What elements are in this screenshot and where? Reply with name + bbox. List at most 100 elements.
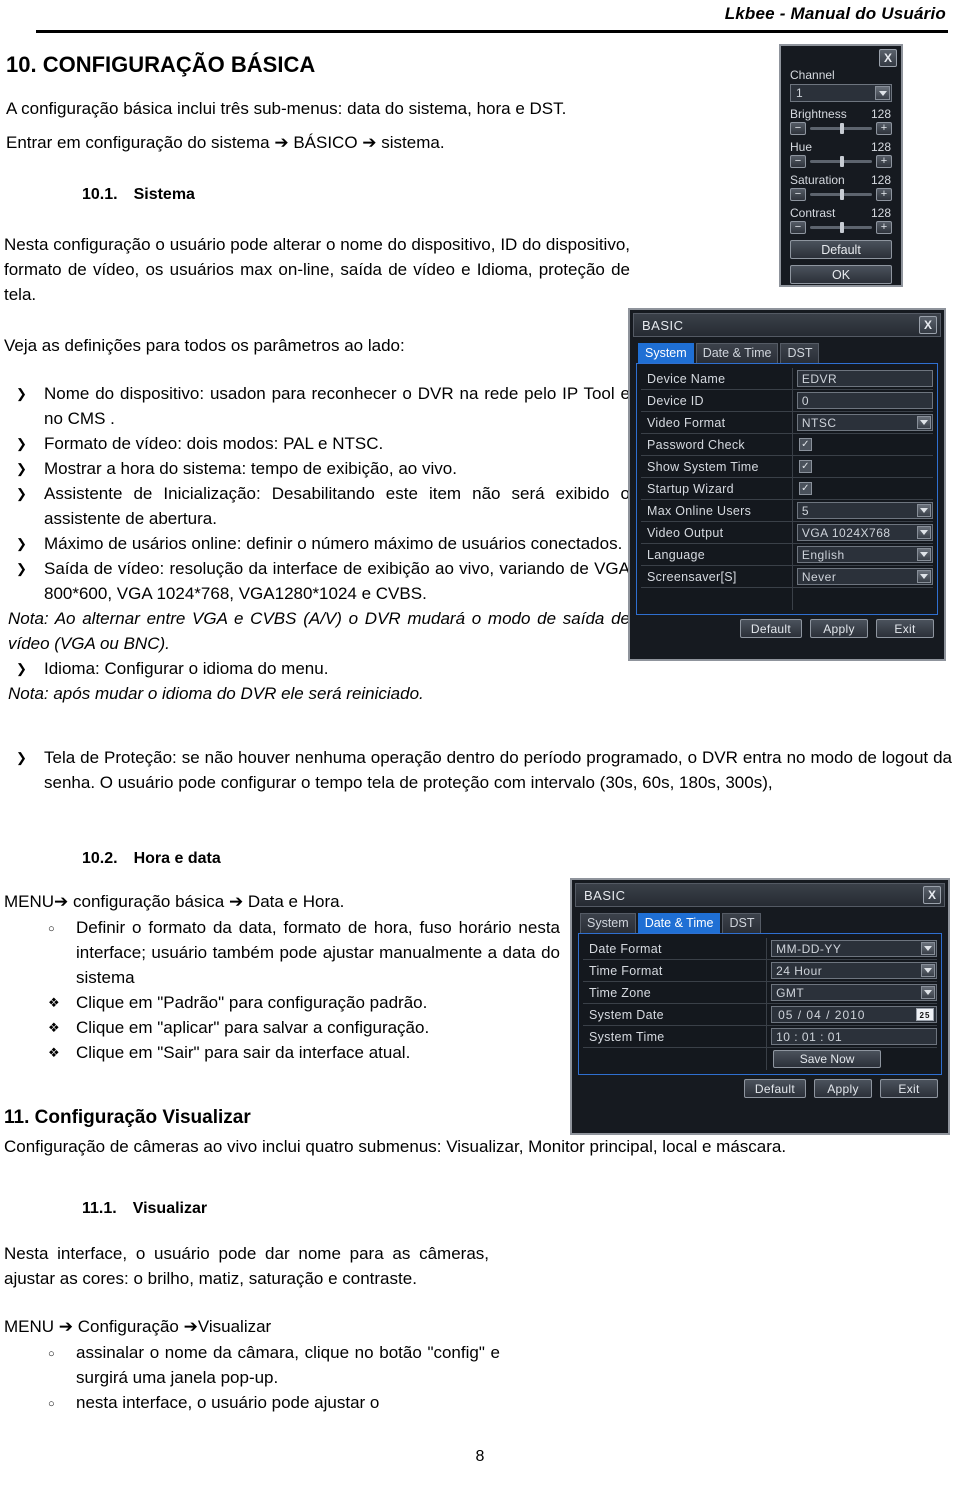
checkbox[interactable]: ✓ (798, 438, 812, 451)
minus-icon[interactable]: − (790, 188, 806, 201)
text-input[interactable]: 0 (796, 392, 933, 409)
bullet-icon (48, 1040, 60, 1065)
list-item: Definir o formato da data, formato de ho… (40, 915, 560, 990)
plus-icon[interactable]: + (876, 188, 892, 201)
slider-header: Contrast 128 (781, 201, 901, 221)
close-icon[interactable]: X (923, 886, 941, 904)
dropdown-select[interactable]: Never (796, 568, 933, 585)
settings-row: Show System Time ✓ (641, 456, 933, 478)
dialog-title: BASIC (642, 317, 684, 333)
save-now-button[interactable]: Save Now (773, 1050, 882, 1068)
dropdown-value: NTSC (801, 415, 837, 430)
default-button[interactable]: Default (743, 1079, 806, 1098)
calendar-icon[interactable]: 25 (915, 1008, 934, 1021)
tab-system[interactable]: System (580, 913, 636, 933)
settings-row: Password Check ✓ (641, 434, 933, 456)
dropdown-select[interactable]: 5 (796, 502, 933, 519)
dialog-title: BASIC (584, 887, 626, 903)
bullet-icon (48, 990, 60, 1015)
chevron-down-icon[interactable] (916, 548, 931, 561)
list-item-text: Formato de vídeo: dois modos: PAL e NTSC… (44, 434, 384, 453)
apply-button[interactable]: Apply (814, 1079, 872, 1098)
slider-track[interactable] (810, 155, 872, 168)
chevron-down-icon[interactable] (875, 86, 890, 100)
list-item: Formato de vídeo: dois modos: PAL e NTSC… (8, 431, 630, 456)
minus-icon[interactable]: − (790, 221, 806, 234)
dropdown-select[interactable]: VGA 1024X768 (796, 524, 933, 541)
chevron-down-icon[interactable] (920, 986, 935, 999)
chevron-down-icon[interactable] (920, 964, 935, 977)
slider-handle[interactable] (839, 189, 844, 200)
dropdown-select[interactable]: English (796, 546, 933, 563)
dialog-tabs: System Date & Time DST (580, 912, 948, 933)
tab-dst[interactable]: DST (722, 913, 762, 933)
field-value-cell (793, 588, 933, 610)
tab-date-time[interactable]: Date & Time (637, 913, 721, 933)
settings-row: Language English (641, 544, 933, 566)
slider-track[interactable] (810, 122, 872, 135)
plus-icon[interactable]: + (876, 155, 892, 168)
channel-default-button[interactable]: Default (790, 240, 892, 259)
dropdown-select[interactable]: 24 Hour (771, 962, 937, 979)
slider-track[interactable] (810, 221, 872, 234)
list-item-text: Nome do dispositivo: usadon para reconhe… (44, 384, 630, 428)
field-label: Device Name (641, 368, 793, 389)
list-item: Clique em "Sair" para sair da interface … (40, 1040, 560, 1065)
minus-icon[interactable]: − (790, 155, 806, 168)
dropdown-select[interactable]: NTSC (796, 414, 933, 431)
chevron-down-icon[interactable] (916, 416, 931, 429)
date-value: 05 / 04 / 2010 (778, 1007, 866, 1022)
list-item: Saída de vídeo: resolução da interface d… (8, 556, 630, 606)
list-item-text: Saída de vídeo: resolução da interface d… (44, 559, 630, 603)
dialog-button-row: Default Apply Exit (630, 615, 944, 643)
channel-ok-button[interactable]: OK (790, 265, 892, 284)
plus-icon[interactable]: + (876, 122, 892, 135)
field-value-cell: 05 / 04 / 2010 25 (767, 1004, 937, 1025)
slider-handle[interactable] (839, 156, 844, 167)
field-label: Time Format (583, 960, 768, 981)
list-item-text: Clique em "Sair" para sair da interface … (76, 1043, 411, 1062)
list-item-text: Mostrar a hora do sistema: tempo de exib… (44, 459, 457, 478)
tab-date-time[interactable]: Date & Time (695, 343, 779, 363)
channel-select[interactable]: 1 (790, 84, 892, 102)
exit-button[interactable]: Exit (880, 1079, 938, 1098)
field-label: Video Output (641, 522, 793, 543)
checkbox[interactable]: ✓ (798, 460, 812, 473)
field-label: Date Format (583, 938, 768, 959)
close-icon[interactable]: X (919, 316, 937, 334)
list-item-text: nesta interface, o usuário pode ajustar … (76, 1393, 380, 1412)
settings-row: Time Zone GMT (583, 982, 937, 1004)
exit-button[interactable]: Exit (876, 619, 934, 638)
field-value-cell: EDVR (793, 368, 933, 389)
basic-datetime-dialog: BASIC X System Date & Time DST Date Format… (570, 878, 950, 1135)
chevron-down-icon[interactable] (916, 570, 931, 583)
text-input[interactable]: 10 : 01 : 01 (771, 1028, 937, 1045)
basic-system-dialog: BASIC X System Date & Time DST Device Name… (628, 308, 946, 661)
date-input[interactable]: 05 / 04 / 2010 25 (771, 1006, 937, 1023)
checkbox[interactable]: ✓ (798, 482, 812, 495)
close-icon[interactable]: X (879, 49, 897, 67)
plus-icon[interactable]: + (876, 221, 892, 234)
chevron-down-icon[interactable] (916, 504, 931, 517)
tab-dst[interactable]: DST (780, 343, 820, 363)
field-label: Screensaver[S] (641, 566, 793, 587)
slider-handle[interactable] (839, 123, 844, 134)
settings-row: Device Name EDVR (641, 368, 933, 390)
settings-row: System Date 05 / 04 / 2010 25 (583, 1004, 937, 1026)
default-button[interactable]: Default (739, 619, 802, 638)
minus-icon[interactable]: − (790, 122, 806, 135)
list-item-text: Tela de Proteção: se não houver nenhuma … (44, 748, 952, 792)
slider-track[interactable] (810, 188, 872, 201)
apply-button[interactable]: Apply (810, 619, 868, 638)
chevron-down-icon[interactable] (916, 526, 931, 539)
tab-system[interactable]: System (638, 343, 694, 363)
dropdown-select[interactable]: GMT (771, 984, 937, 1001)
color-sliders: Brightness 128− + Hue 128− + Saturation 128− + Co… (781, 102, 901, 234)
dropdown-select[interactable]: MM-DD-YY (771, 940, 937, 957)
field-value-cell: GMT (767, 982, 937, 1003)
chevron-down-icon[interactable] (920, 942, 935, 955)
slider-handle[interactable] (839, 222, 844, 233)
field-label (641, 588, 793, 610)
section-10-1-title: 10.1. Sistema (82, 186, 195, 203)
text-input[interactable]: EDVR (796, 370, 933, 387)
